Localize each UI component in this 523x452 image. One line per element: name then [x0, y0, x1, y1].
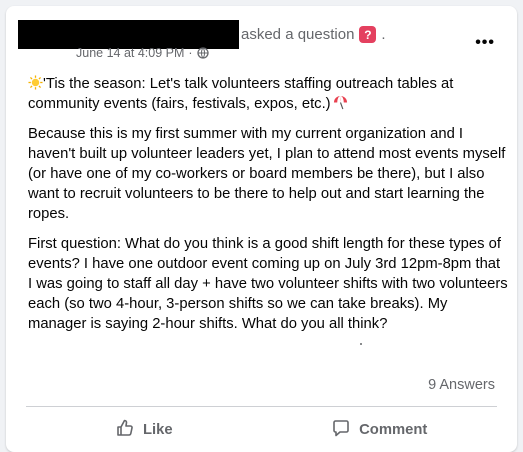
globe-icon	[196, 47, 209, 59]
trailing-punctuation: .	[381, 26, 386, 43]
post-action-line: asked a question ? .	[241, 26, 386, 43]
post-paragraph-2: Because this is my first summer with my …	[28, 126, 506, 222]
beach-umbrella-icon	[333, 95, 348, 110]
answers-count[interactable]: 9 Answers	[428, 377, 495, 393]
post-meta: June 14 at 4:09 PM ·	[76, 46, 209, 60]
question-mark-icon: ?	[359, 26, 377, 43]
redacted-author-name	[18, 20, 239, 49]
action-text: asked a question	[241, 26, 355, 43]
comment-label: Comment	[359, 422, 428, 438]
comment-icon	[331, 418, 351, 442]
like-label: Like	[142, 422, 173, 438]
post-actions: Like Comment	[26, 410, 497, 450]
comment-button[interactable]: Comment	[262, 410, 498, 450]
paragraph-1-text: 'Tis the season: Let's talk volunteers s…	[28, 76, 454, 112]
post-body: 'Tis the season: Let's talk volunteers s…	[28, 74, 508, 344]
sun-icon	[28, 75, 43, 90]
post-header: asked a question ? . June 14 at 4:09 PM …	[6, 6, 517, 68]
post-card: asked a question ? . June 14 at 4:09 PM …	[6, 6, 517, 452]
post-paragraph-1: 'Tis the season: Let's talk volunteers s…	[28, 74, 508, 114]
thumbs-up-icon	[115, 418, 135, 442]
more-options-icon[interactable]: •••	[475, 34, 495, 52]
post-paragraph-3: First question: What do you think is a g…	[28, 236, 508, 332]
footer-divider	[26, 406, 497, 407]
stray-dot	[360, 343, 362, 345]
like-button[interactable]: Like	[26, 410, 262, 450]
meta-separator: ·	[188, 46, 193, 60]
post-timestamp[interactable]: June 14 at 4:09 PM	[76, 46, 184, 60]
